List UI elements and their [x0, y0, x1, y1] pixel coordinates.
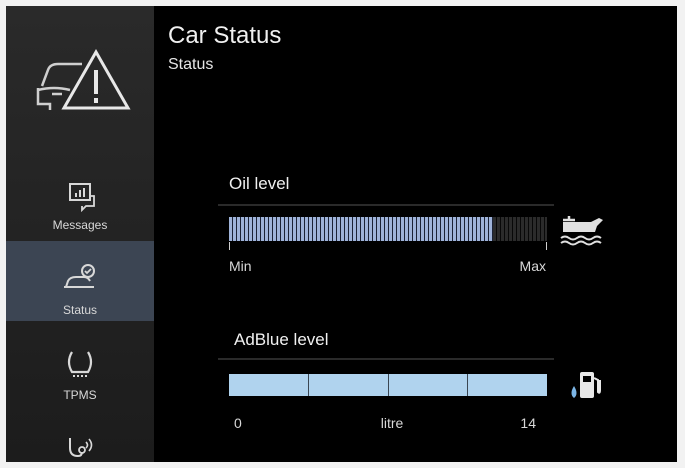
oil-max-tick [546, 242, 547, 250]
page-title: Car Status [168, 22, 282, 49]
oil-can-icon [560, 216, 603, 246]
sidebar-item-messages[interactable]: Messages [6, 164, 154, 244]
service-connect-icon [69, 438, 93, 458]
adblue-segment [388, 374, 469, 396]
adblue-level-title: AdBlue level [234, 330, 329, 349]
screen: Messages Status TPMS Car Status Status O… [6, 6, 677, 462]
main-panel: Car Status Status Oil level Min Max AdBl… [154, 6, 677, 462]
sidebar: Messages Status TPMS [6, 6, 154, 462]
sidebar-item-label: Messages [52, 218, 108, 232]
sidebar-item-label: TPMS [63, 388, 97, 402]
adblue-level-gauge [229, 374, 547, 396]
car-status-icon [64, 264, 95, 288]
sidebar-item-service[interactable] [6, 426, 154, 462]
oil-min-label: Min [229, 258, 252, 274]
sidebar-item-status[interactable]: Status [6, 241, 154, 321]
oil-level-empty [492, 217, 547, 241]
tire-pressure-icon [67, 351, 93, 377]
adblue-segment [468, 374, 547, 396]
oil-level-gauge [229, 217, 547, 241]
oil-level-title: Oil level [229, 174, 290, 193]
oil-max-label: Max [519, 258, 546, 274]
oil-level-fill [229, 217, 493, 241]
adblue-unit-label: litre [380, 415, 404, 431]
adblue-divider [218, 358, 554, 360]
sidebar-item-label: Status [62, 303, 98, 317]
oil-divider [218, 204, 554, 206]
adblue-segment [308, 374, 389, 396]
page-subtitle: Status [168, 56, 214, 73]
car-warning-icon [36, 48, 131, 110]
adblue-max-label: 14 [520, 415, 536, 431]
sidebar-item-tpms[interactable]: TPMS [6, 340, 154, 420]
adblue-min-label: 0 [234, 415, 242, 431]
oil-min-tick [229, 242, 230, 250]
adblue-segment [229, 374, 309, 396]
fuel-pump-icon [571, 372, 601, 398]
messages-icon [69, 183, 95, 212]
